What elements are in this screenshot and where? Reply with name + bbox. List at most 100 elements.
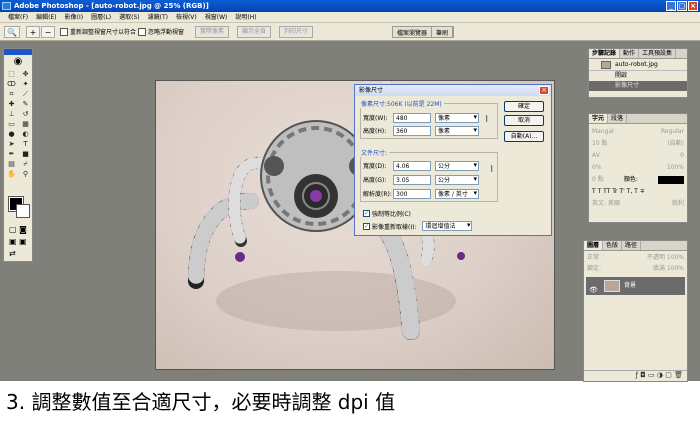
font-size-field[interactable]: 10 點: [592, 138, 608, 150]
layer-row-background[interactable]: 👁 背景: [586, 277, 685, 295]
ok-button[interactable]: 確定: [504, 101, 544, 112]
crop-tool-icon[interactable]: ⌗: [5, 90, 18, 99]
tab-history[interactable]: 步驟記錄: [589, 49, 621, 58]
history-brush-icon[interactable]: ↺: [19, 110, 32, 119]
lasso-tool-icon[interactable]: ↀ: [5, 80, 18, 89]
history-state-image-size[interactable]: 影像尺寸: [589, 81, 687, 91]
layer-effects-icon[interactable]: ƒ: [636, 371, 638, 379]
menu-layer[interactable]: 圖層(L): [87, 12, 115, 22]
fill-field[interactable]: 100%: [667, 265, 684, 272]
pixel-width-input[interactable]: 480: [393, 112, 431, 123]
history-state-open[interactable]: 開啟: [589, 71, 687, 81]
constrain-proportions-checkbox[interactable]: ✓: [363, 210, 370, 217]
tab-actions[interactable]: 動作: [620, 49, 640, 58]
tab-paths[interactable]: 路徑: [622, 241, 642, 250]
new-set-icon[interactable]: ▭: [648, 371, 655, 379]
gradient-tool-icon[interactable]: ▦: [19, 120, 32, 129]
type-tool-icon[interactable]: T: [19, 140, 32, 149]
print-size-button[interactable]: 列印尺寸: [279, 26, 314, 38]
antialias-select[interactable]: 銳利: [672, 198, 684, 210]
dodge-tool-icon[interactable]: ◐: [19, 130, 32, 139]
tab-channels[interactable]: 色版: [603, 241, 623, 250]
magic-wand-icon[interactable]: ✦: [19, 80, 32, 89]
zoom-out-icon[interactable]: −: [41, 26, 55, 38]
fit-on-screen-button[interactable]: 顯示全頁: [237, 26, 272, 38]
stamp-tool-icon[interactable]: ⊥: [5, 110, 18, 119]
delete-layer-icon[interactable]: 🗑: [674, 371, 683, 379]
text-style-buttons[interactable]: T T TT Tr T' T, T ∓: [592, 186, 645, 198]
vertical-scale-field[interactable]: 0%: [592, 162, 602, 174]
menu-edit[interactable]: 編輯(E): [32, 12, 60, 22]
menu-filter[interactable]: 濾鏡(T): [144, 12, 172, 22]
palette-well-file-browser[interactable]: 檔案瀏覽器: [393, 27, 433, 37]
path-select-icon[interactable]: ➤: [5, 140, 18, 149]
menu-file[interactable]: 檔案(F): [4, 12, 32, 22]
shape-tool-icon[interactable]: ■: [19, 150, 32, 159]
layer-visibility-eye-icon[interactable]: 👁: [589, 281, 598, 299]
ignore-palettes-checkbox[interactable]: [138, 28, 146, 36]
tab-tool-presets[interactable]: 工具預設集: [639, 49, 677, 58]
adjustment-layer-icon[interactable]: ◑: [657, 371, 663, 379]
menu-view[interactable]: 檢視(V): [172, 12, 201, 22]
resample-option[interactable]: ✓ 影像重新取樣(I): 環迴增值法: [363, 221, 473, 231]
brush-tool-icon[interactable]: ✎: [19, 100, 32, 109]
eye-logo-icon[interactable]: ◉: [4, 55, 32, 69]
slice-tool-icon[interactable]: ⟋: [19, 90, 32, 99]
pixel-width-unit-select[interactable]: 像素: [435, 112, 479, 123]
palette-well-brushes[interactable]: 筆刷: [432, 27, 454, 37]
notes-tool-icon[interactable]: ▤: [5, 160, 18, 169]
font-family-select[interactable]: Mangal: [592, 126, 614, 138]
screen-mode-icon[interactable]: ▣ ▣: [9, 236, 31, 248]
doc-width-input[interactable]: 4.06: [393, 160, 431, 171]
resolution-unit-select[interactable]: 像素 / 英寸: [435, 188, 479, 199]
pen-tool-icon[interactable]: ✒: [5, 150, 18, 159]
hand-tool-icon[interactable]: ✋: [5, 170, 18, 179]
language-select[interactable]: 英文: 美國: [592, 198, 620, 210]
font-style-select[interactable]: Regular: [661, 126, 684, 138]
leading-field[interactable]: (自動): [667, 138, 684, 150]
zoom-in-icon[interactable]: +: [26, 26, 40, 38]
kerning-field[interactable]: AV: [592, 150, 600, 162]
zoom-tool-icon[interactable]: 🔍: [4, 26, 20, 38]
close-button[interactable]: ×: [688, 1, 698, 11]
constrain-proportions-option[interactable]: ✓ 強制等比例(C): [363, 209, 411, 218]
eyedropper-icon[interactable]: ⌿: [19, 160, 32, 169]
blur-tool-icon[interactable]: ●: [5, 130, 18, 139]
marquee-tool-icon[interactable]: ⬚: [5, 70, 18, 79]
minimize-button[interactable]: _: [666, 1, 676, 11]
tab-character[interactable]: 字元: [589, 114, 609, 123]
resample-method-select[interactable]: 環迴增值法: [422, 221, 473, 231]
tracking-field[interactable]: 0: [680, 150, 684, 162]
tab-layers[interactable]: 圖層: [584, 241, 604, 250]
move-tool-icon[interactable]: ✥: [19, 70, 32, 79]
quickmask-mode-icon[interactable]: ▢ ◙: [9, 224, 31, 236]
auto-button[interactable]: 自動(A)...: [504, 131, 544, 142]
menu-image[interactable]: 影像(I): [61, 12, 87, 22]
doc-width-unit-select[interactable]: 公分: [435, 160, 479, 171]
blend-mode-select[interactable]: 正常: [587, 252, 599, 263]
background-color-swatch[interactable]: [16, 204, 30, 218]
dialog-close-icon[interactable]: ×: [539, 86, 549, 95]
pixel-height-unit-select[interactable]: 像素: [435, 125, 479, 136]
actual-pixels-button[interactable]: 實際像素: [195, 26, 230, 38]
resample-checkbox[interactable]: ✓: [363, 222, 370, 230]
healing-brush-icon[interactable]: ✚: [5, 100, 18, 109]
resolution-input[interactable]: 300: [393, 188, 431, 199]
resize-windows-checkbox[interactable]: [60, 28, 68, 36]
cancel-button[interactable]: 取消: [504, 115, 544, 126]
history-snapshot[interactable]: auto-robot.jpg: [589, 59, 687, 71]
pixel-height-input[interactable]: 360: [393, 125, 431, 136]
menu-window[interactable]: 視窗(W): [201, 12, 232, 22]
new-layer-icon[interactable]: ▢: [665, 371, 672, 379]
eraser-tool-icon[interactable]: ▭: [5, 120, 18, 129]
menu-help[interactable]: 說明(H): [231, 12, 260, 22]
layer-mask-icon[interactable]: ◘: [640, 371, 646, 379]
menu-select[interactable]: 選取(S): [115, 12, 144, 22]
tab-paragraph[interactable]: 段落: [608, 114, 628, 123]
baseline-shift-field[interactable]: 0 點: [592, 174, 604, 186]
jump-to-imageready-icon[interactable]: ⇄: [9, 248, 31, 260]
horizontal-scale-field[interactable]: 100%: [667, 162, 684, 174]
maximize-button[interactable]: □: [677, 1, 687, 11]
opacity-field[interactable]: 100%: [667, 254, 684, 261]
doc-height-unit-select[interactable]: 公分: [435, 174, 479, 185]
